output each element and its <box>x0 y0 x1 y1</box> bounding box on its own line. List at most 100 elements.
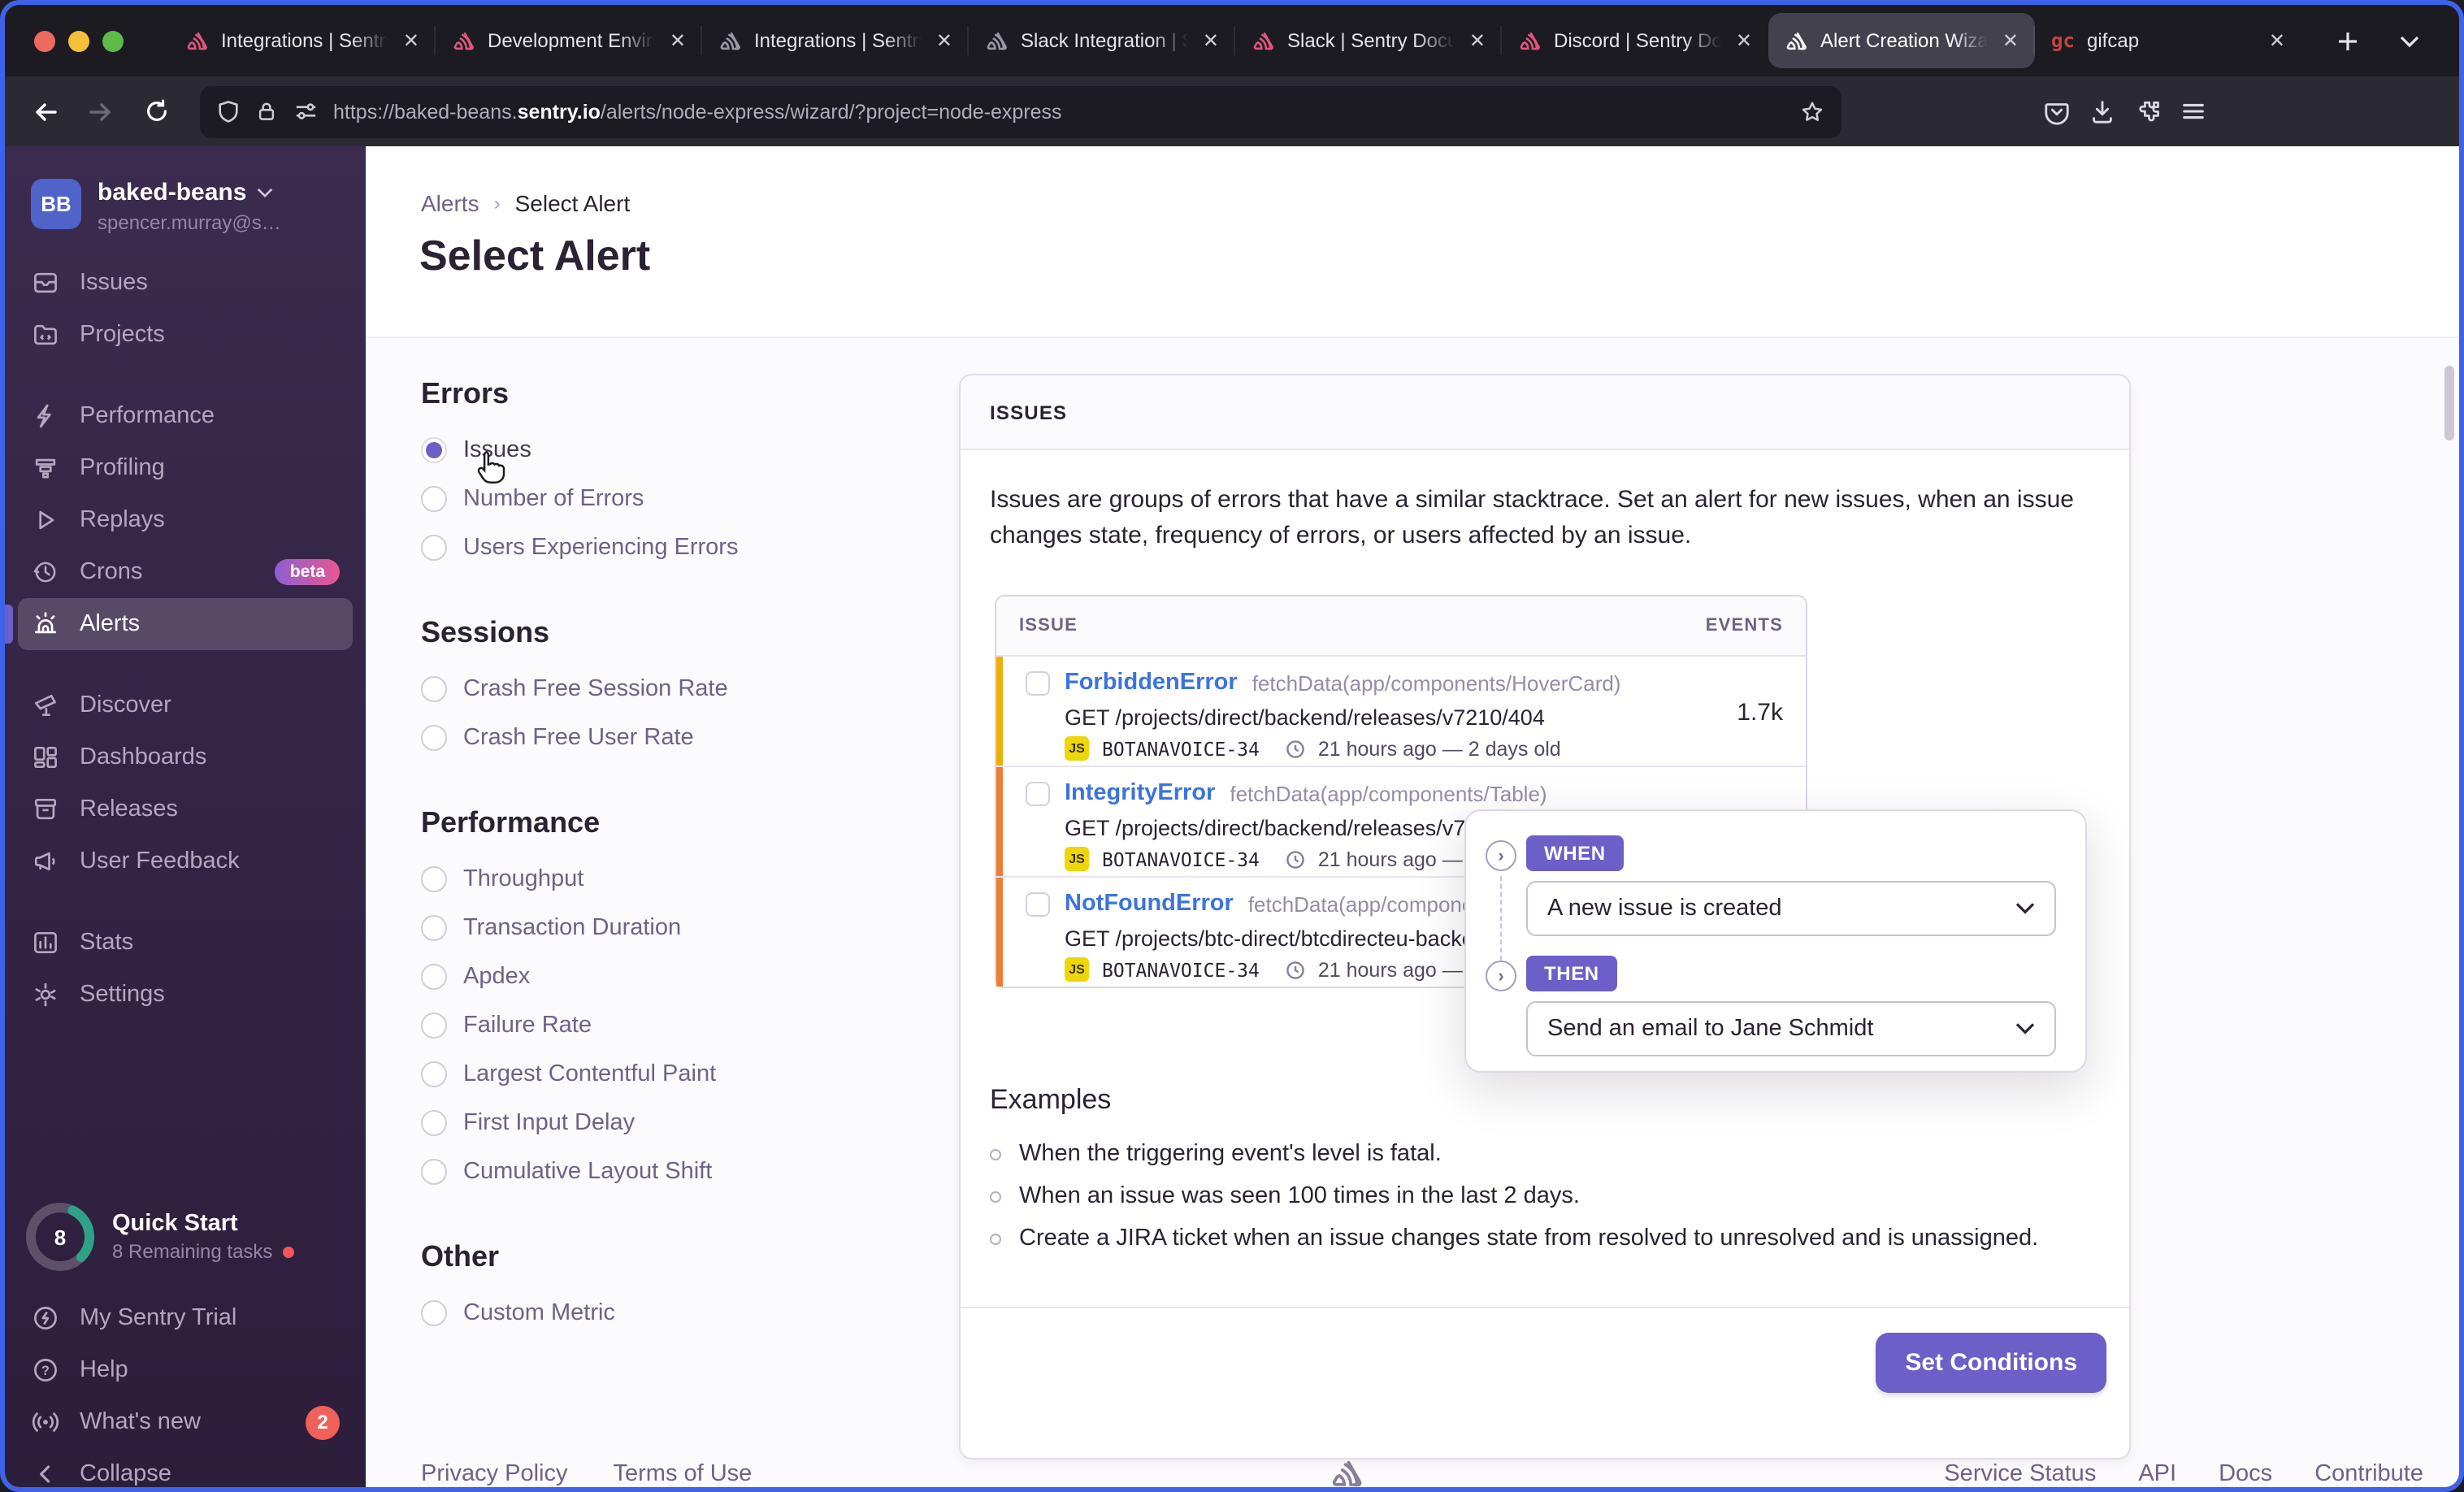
org-email: spencer.murray@s… <box>98 211 281 234</box>
radio-cumulative-layout-shift[interactable]: Cumulative Layout Shift <box>421 1156 925 1186</box>
sidebar-item-releases[interactable]: Releases <box>18 783 353 835</box>
sentry-favicon <box>985 28 1009 53</box>
radio-icon[interactable] <box>421 675 447 701</box>
tab-close-icon[interactable]: ✕ <box>666 29 689 52</box>
radio-icon[interactable] <box>421 724 447 750</box>
radio-icon[interactable] <box>421 1060 447 1086</box>
reload-button[interactable] <box>132 87 180 136</box>
list-tabs-button[interactable] <box>2386 18 2431 63</box>
table-row[interactable]: ForbiddenError fetchData(app/components/… <box>996 655 1806 766</box>
radio-icon[interactable] <box>421 1158 447 1184</box>
sidebar-item-stats[interactable]: Stats <box>18 917 353 969</box>
docs-link[interactable]: Docs <box>2219 1461 2272 1487</box>
tab-close-icon[interactable]: ✕ <box>933 29 956 52</box>
sidebar-item-discover[interactable]: Discover <box>18 679 353 731</box>
tab-close-icon[interactable]: ✕ <box>400 29 423 52</box>
sidebar-item-help[interactable]: ? Help <box>18 1344 353 1396</box>
radio-selected-icon[interactable] <box>421 436 447 462</box>
radio-first-input-delay[interactable]: First Input Delay <box>421 1107 925 1138</box>
examples-section: Examples When the triggering event's lev… <box>990 1084 2038 1268</box>
radio-icon[interactable] <box>421 865 447 891</box>
sidebar-item-user-feedback[interactable]: User Feedback <box>18 835 353 887</box>
tab-close-icon[interactable]: ✕ <box>1999 29 2022 52</box>
radio-number-of-errors[interactable]: Number of Errors <box>421 483 925 514</box>
tab-integrations-2[interactable]: Integrations | Sentry ✕ <box>701 13 969 68</box>
forward-button[interactable] <box>76 87 125 136</box>
contribute-link[interactable]: Contribute <box>2314 1461 2423 1487</box>
radio-icon[interactable] <box>421 1109 447 1135</box>
set-conditions-button[interactable]: Set Conditions <box>1876 1333 2106 1393</box>
tab-slack-docs[interactable]: Slack | Sentry Docu ✕ <box>1234 13 1502 68</box>
issue-link[interactable]: ForbiddenError <box>1065 670 1238 696</box>
sidebar-item-crons[interactable]: Crons beta <box>18 546 353 598</box>
tab-slack-integration[interactable]: Slack Integration | S ✕ <box>967 13 1235 68</box>
sidebar-item-settings[interactable]: Settings <box>18 969 353 1021</box>
tab-close-icon[interactable]: ✕ <box>1199 29 1222 52</box>
tab-gifcap[interactable]: gc gifcap ✕ <box>2033 13 2301 68</box>
tab-alert-creation-wizard[interactable]: Alert Creation Wizar ✕ <box>1768 13 2035 68</box>
bookmark-star-icon[interactable] <box>1799 98 1825 124</box>
radio-largest-contentful-paint[interactable]: Largest Contentful Paint <box>421 1058 925 1089</box>
radio-users-experiencing-errors[interactable]: Users Experiencing Errors <box>421 531 925 562</box>
minimize-window-button[interactable] <box>68 30 89 51</box>
shield-icon[interactable] <box>216 99 241 124</box>
radio-custom-metric[interactable]: Custom Metric <box>421 1297 925 1328</box>
url-text[interactable]: https://baked-beans.sentry.io/alerts/nod… <box>333 100 1785 123</box>
tab-close-icon[interactable]: ✕ <box>1733 29 1755 52</box>
sidebar-item-alerts[interactable]: Alerts <box>5 598 353 650</box>
menu-hamburger-icon[interactable] <box>2180 98 2207 125</box>
sidebar-item-profiling[interactable]: Profiling <box>18 442 353 494</box>
service-status-link[interactable]: Service Status <box>1944 1461 2096 1487</box>
issue-link[interactable]: NotFoundError <box>1065 891 1234 917</box>
breadcrumb-alerts[interactable]: Alerts <box>421 190 479 216</box>
quick-start[interactable]: 8 Quick Start 8 Remaining tasks <box>24 1201 343 1273</box>
sidebar-item-dashboards[interactable]: Dashboards <box>18 731 353 783</box>
sidebar-item-performance[interactable]: Performance <box>18 390 353 442</box>
radio-failure-rate[interactable]: Failure Rate <box>421 1009 925 1040</box>
tab-discord-docs[interactable]: Discord | Sentry Do ✕ <box>1500 13 1768 68</box>
radio-transaction-duration[interactable]: Transaction Duration <box>421 912 925 943</box>
when-condition-select[interactable]: A new issue is created <box>1526 881 2056 936</box>
sidebar-item-whats-new[interactable]: What's new 2 <box>18 1396 353 1448</box>
scrollbar-thumb[interactable] <box>2444 366 2454 440</box>
row-checkbox[interactable] <box>1026 670 1050 695</box>
radio-crash-free-user-rate[interactable]: Crash Free User Rate <box>421 722 925 753</box>
sidebar-item-replays[interactable]: Replays <box>18 494 353 546</box>
tab-integrations-1[interactable]: Integrations | Sentry ✕ <box>169 13 436 68</box>
pocket-icon[interactable] <box>2043 98 2071 125</box>
row-checkbox[interactable] <box>1026 891 1050 916</box>
issue-link[interactable]: IntegrityError <box>1065 780 1215 806</box>
back-button[interactable] <box>21 87 70 136</box>
lock-icon[interactable] <box>255 99 278 124</box>
radio-icon[interactable] <box>421 1299 447 1325</box>
radio-apdex[interactable]: Apdex <box>421 961 925 991</box>
radio-icon[interactable] <box>421 1012 447 1038</box>
sidebar-item-issues[interactable]: Issues <box>18 257 353 309</box>
permissions-icon[interactable] <box>293 99 319 124</box>
tab-close-icon[interactable]: ✕ <box>2266 29 2288 52</box>
radio-icon[interactable] <box>421 534 447 560</box>
extensions-puzzle-icon[interactable] <box>2134 98 2162 125</box>
row-checkbox[interactable] <box>1026 781 1050 805</box>
zoom-window-button[interactable] <box>102 30 124 51</box>
sidebar-item-projects[interactable]: Projects <box>18 309 353 361</box>
radio-icon[interactable] <box>421 485 447 511</box>
url-bar[interactable]: https://baked-beans.sentry.io/alerts/nod… <box>200 85 1841 137</box>
org-switcher[interactable]: BB baked-beans spencer.murray@s… <box>31 179 343 234</box>
sidebar-collapse-button[interactable]: Collapse <box>18 1448 353 1487</box>
sidebar-item-trial[interactable]: My Sentry Trial <box>18 1292 353 1344</box>
terms-of-use-link[interactable]: Terms of Use <box>614 1461 753 1487</box>
new-tab-button[interactable] <box>2324 18 2370 63</box>
radio-icon[interactable] <box>421 914 447 940</box>
api-link[interactable]: API <box>2138 1461 2176 1487</box>
tab-development-environment[interactable]: Development Enviro ✕ <box>434 13 702 68</box>
radio-crash-free-session-rate[interactable]: Crash Free Session Rate <box>421 673 925 704</box>
download-icon[interactable] <box>2089 98 2116 125</box>
privacy-policy-link[interactable]: Privacy Policy <box>421 1461 568 1487</box>
sidebar-item-label: Issues <box>80 270 148 296</box>
close-window-button[interactable] <box>34 30 55 51</box>
radio-icon[interactable] <box>421 963 447 989</box>
then-action-select[interactable]: Send an email to Jane Schmidt <box>1526 1001 2056 1056</box>
radio-throughput[interactable]: Throughput <box>421 863 925 894</box>
tab-close-icon[interactable]: ✕ <box>1466 29 1489 52</box>
